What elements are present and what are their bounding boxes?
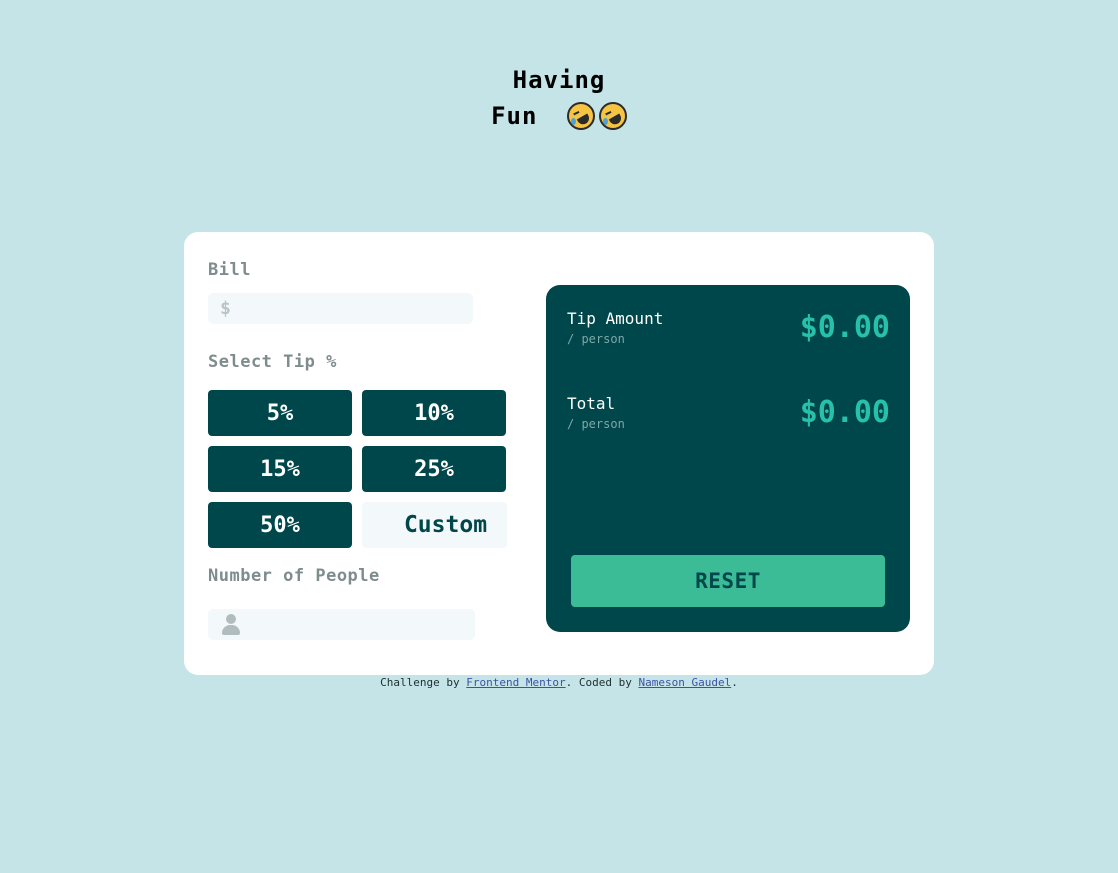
tip-amount-per-person: / person [567, 332, 625, 346]
author-link[interactable]: Nameson Gaudel [638, 676, 731, 689]
attribution-prefix: Challenge by [380, 676, 467, 689]
tip-button-10[interactable]: 10% [362, 390, 506, 436]
tip-button-5[interactable]: 5% [208, 390, 352, 436]
bill-input[interactable] [208, 293, 473, 324]
tip-button-25[interactable]: 25% [362, 446, 506, 492]
bill-field: $ [208, 293, 473, 324]
rolling-laughing-emoji-icon [598, 102, 627, 130]
total-value: $0.00 [799, 395, 890, 430]
tip-button-15[interactable]: 15% [208, 446, 352, 492]
logo-line-2-text: Fun [491, 102, 538, 130]
people-label: Number of People [208, 566, 380, 586]
custom-tip-input[interactable]: Custom [362, 502, 507, 548]
people-field [208, 609, 475, 640]
rolling-laughing-emoji-icon [566, 102, 595, 130]
select-tip-label: Select Tip % [208, 352, 337, 372]
tip-button-50[interactable]: 50% [208, 502, 352, 548]
logo-line-2: Fun [0, 98, 1118, 134]
result-panel: Tip Amount / person $0.00 Total / person… [546, 285, 910, 632]
reset-button[interactable]: RESET [571, 555, 885, 607]
attribution: Challenge by Frontend Mentor. Coded by N… [0, 676, 1118, 689]
logo-line-1: Having [512, 66, 606, 94]
attribution-middle: . Coded by [565, 676, 639, 689]
frontend-mentor-link[interactable]: Frontend Mentor [466, 676, 565, 689]
bill-label: Bill [208, 260, 251, 280]
tip-amount-label: Tip Amount [567, 309, 664, 328]
total-label: Total [567, 394, 616, 413]
person-icon [222, 614, 240, 636]
people-input[interactable] [208, 609, 475, 640]
attribution-suffix: . [731, 676, 738, 689]
total-per-person: / person [567, 417, 625, 431]
dollar-icon: $ [220, 298, 231, 319]
tip-amount-value: $0.00 [799, 310, 890, 345]
logo: Having Fun [0, 62, 1118, 134]
